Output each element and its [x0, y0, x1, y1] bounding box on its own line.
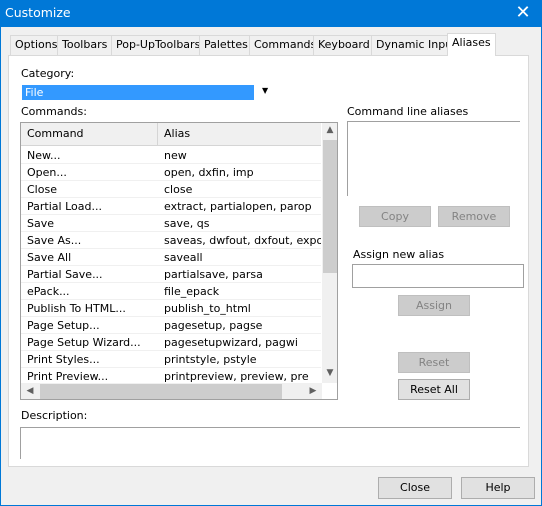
- table-row[interactable]: New... new: [21, 147, 321, 164]
- category-select[interactable]: File: [22, 85, 254, 100]
- table-row[interactable]: Save As... saveas, dwfout, dxfout, export…: [21, 232, 321, 249]
- close-icon[interactable]: ✕: [512, 2, 534, 23]
- remove-button[interactable]: Remove: [438, 206, 510, 227]
- tab-popuptoolbars[interactable]: Pop-UpToolbars: [111, 35, 206, 55]
- alias-cell: partialsave, parsa: [164, 268, 263, 281]
- chevron-down-icon[interactable]: ▼: [262, 86, 268, 95]
- horizontal-scrollbar[interactable]: ◀ ▶: [21, 383, 322, 399]
- table-row[interactable]: Page Setup... pagesetup, pagse: [21, 317, 321, 334]
- new-alias-input[interactable]: [352, 264, 524, 288]
- command-cell: ePack...: [27, 285, 70, 298]
- vertical-scrollbar[interactable]: ▲ ▼: [322, 123, 337, 383]
- category-label: Category:: [21, 67, 75, 80]
- assign-alias-label: Assign new alias: [353, 248, 445, 261]
- command-cell: Publish To HTML...: [27, 302, 126, 315]
- alias-cell: saveall: [164, 251, 203, 264]
- table-row[interactable]: Page Setup Wizard... pagesetupwizard, pag…: [21, 334, 321, 351]
- assign-button[interactable]: Assign: [398, 295, 470, 316]
- command-cell: Save: [27, 217, 55, 230]
- alias-cell: new: [164, 149, 187, 162]
- chevron-down-icon[interactable]: ▼: [322, 368, 337, 378]
- commands-list[interactable]: Command Alias New... new Open... open, dxfi…: [20, 122, 338, 400]
- alias-cell: saveas, dwfout, dxfout, export, -c: [164, 234, 321, 247]
- help-button[interactable]: Help: [461, 477, 535, 499]
- column-header-alias[interactable]: Alias: [158, 123, 321, 146]
- tab-keyboard[interactable]: Keyboard: [313, 35, 375, 55]
- table-row[interactable]: Close close: [21, 181, 321, 198]
- copy-button[interactable]: Copy: [359, 206, 431, 227]
- command-cell: Close: [27, 183, 57, 196]
- table-row[interactable]: Partial Save... partialsave, parsa: [21, 266, 321, 283]
- tab-commands[interactable]: Commands: [249, 35, 322, 55]
- tab-toolbars[interactable]: Toolbars: [57, 35, 113, 55]
- table-row[interactable]: Publish To HTML... publish_to_html: [21, 300, 321, 317]
- alias-cell: pagesetupwizard, pagwi: [164, 336, 298, 349]
- tab-options[interactable]: Options: [10, 35, 63, 55]
- list-header: Command Alias: [21, 123, 321, 146]
- description-box: [20, 427, 520, 459]
- alias-cell: save, qs: [164, 217, 210, 230]
- table-row[interactable]: Save All saveall: [21, 249, 321, 266]
- table-row[interactable]: Save save, qs: [21, 215, 321, 232]
- scroll-thumb[interactable]: [323, 140, 337, 273]
- scroll-thumb[interactable]: [40, 384, 282, 399]
- command-cell: Partial Save...: [27, 268, 103, 281]
- chevron-left-icon[interactable]: ◀: [22, 386, 38, 396]
- command-cell: Open...: [27, 166, 67, 179]
- title-bar: Customize ✕: [0, 0, 542, 27]
- commands-label: Commands:: [21, 105, 87, 118]
- command-cell: Page Setup...: [27, 319, 100, 332]
- reset-all-button[interactable]: Reset All: [398, 379, 470, 400]
- description-label: Description:: [21, 409, 88, 422]
- alias-cell: extract, partialopen, parop: [164, 200, 312, 213]
- column-header-command[interactable]: Command: [21, 123, 158, 146]
- table-row[interactable]: Partial Load... extract, partialopen, par…: [21, 198, 321, 215]
- reset-button[interactable]: Reset: [398, 352, 470, 373]
- tab-palettes[interactable]: Palettes: [199, 35, 253, 55]
- command-cell: Partial Load...: [27, 200, 102, 213]
- aliases-list[interactable]: [347, 121, 520, 196]
- window-title: Customize: [5, 5, 71, 20]
- tab-aliases[interactable]: Aliases: [447, 33, 496, 56]
- chevron-up-icon[interactable]: ▲: [322, 125, 337, 135]
- alias-cell: file_epack: [164, 285, 220, 298]
- alias-cell: publish_to_html: [164, 302, 251, 315]
- alias-cell: printstyle, pstyle: [164, 353, 257, 366]
- command-cell: New...: [27, 149, 61, 162]
- table-row[interactable]: Print Styles... printstyle, pstyle: [21, 351, 321, 368]
- alias-cell: pagesetup, pagse: [164, 319, 263, 332]
- command-cell: Save All: [27, 251, 72, 264]
- table-row[interactable]: Open... open, dxfin, imp: [21, 164, 321, 181]
- chevron-right-icon[interactable]: ▶: [305, 386, 321, 396]
- command-cell: Page Setup Wizard...: [27, 336, 141, 349]
- aliases-label: Command line aliases: [347, 105, 469, 118]
- table-row[interactable]: ePack... file_epack: [21, 283, 321, 300]
- close-button[interactable]: Close: [378, 477, 452, 499]
- command-cell: Print Styles...: [27, 353, 100, 366]
- alias-cell: close: [164, 183, 193, 196]
- command-cell: Save As...: [27, 234, 82, 247]
- alias-cell: open, dxfin, imp: [164, 166, 254, 179]
